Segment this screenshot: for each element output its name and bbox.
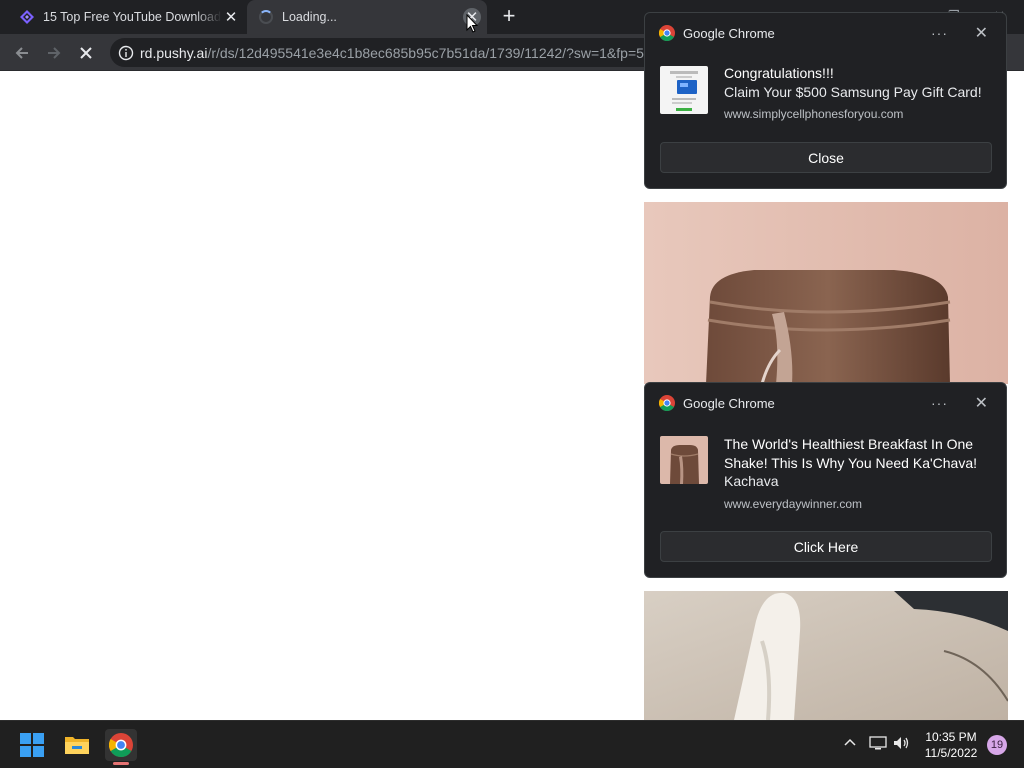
mouse-cursor-icon <box>466 14 478 33</box>
notification-body: Congratulations!!! Claim Your $500 Samsu… <box>724 64 990 124</box>
active-app-indicator <box>113 762 129 765</box>
chevron-up-icon[interactable] <box>843 735 857 752</box>
clock-date: 11/5/2022 <box>924 746 978 760</box>
forward-arrow-icon <box>48 47 61 59</box>
notification-message: Claim Your $500 Samsung Pay Gift Card! <box>724 83 982 100</box>
notification-kachava[interactable]: Google Chrome ··· ✕ The World's Healthie… <box>644 382 1007 578</box>
chrome-icon <box>659 395 675 411</box>
clock-time: 10:35 PM <box>925 730 977 744</box>
notification-hero-image <box>644 591 1008 720</box>
stop-loading-button[interactable] <box>74 41 98 65</box>
more-options-icon[interactable]: ··· <box>931 395 948 411</box>
notification-close-button[interactable]: Close <box>660 142 992 173</box>
close-icon[interactable]: ✕ <box>975 23 988 43</box>
site-info-icon[interactable] <box>118 45 134 61</box>
notification-header: Google Chrome <box>659 25 775 41</box>
file-explorer-button[interactable] <box>61 729 93 761</box>
forward-button[interactable] <box>42 41 66 65</box>
notification-body: The World's Healthiest Breakfast In One … <box>724 435 990 513</box>
network-icon[interactable] <box>869 735 887 754</box>
notification-site: www.simplycellphonesforyou.com <box>724 107 904 121</box>
new-tab-button[interactable]: + <box>498 5 520 28</box>
chrome-icon <box>109 733 133 757</box>
notification-site: www.everydaywinner.com <box>724 496 863 511</box>
stop-icon <box>80 47 92 59</box>
diamond-icon <box>20 10 34 24</box>
notification-title: The World's Healthiest Breakfast In One … <box>724 436 978 471</box>
notification-message: Kachava <box>724 473 779 489</box>
notification-gift-card[interactable]: Google Chrome ··· ✕ Congratulations!!! C… <box>644 12 1007 189</box>
notification-count-badge[interactable]: 19 <box>987 735 1007 755</box>
notification-header: Google Chrome <box>659 395 775 411</box>
tab-title: Loading... <box>282 10 337 24</box>
volume-icon[interactable] <box>893 735 911 754</box>
chrome-taskbar-button[interactable] <box>105 729 137 761</box>
shake-thumbnail <box>660 436 708 484</box>
back-arrow-icon <box>15 47 28 59</box>
tab-close-icon[interactable]: ✕ <box>222 8 240 26</box>
start-icon <box>20 733 44 757</box>
close-icon[interactable]: ✕ <box>975 393 988 413</box>
more-options-icon[interactable]: ··· <box>931 25 948 41</box>
chrome-icon <box>659 25 675 41</box>
file-explorer-icon <box>65 737 89 754</box>
notification-title: Congratulations!!! <box>724 65 834 81</box>
start-button[interactable] <box>16 729 48 761</box>
notification-app-name: Google Chrome <box>683 395 775 411</box>
system-clock[interactable]: 10:35 PM 11/5/2022 <box>918 729 984 761</box>
loading-spinner-icon <box>259 10 273 24</box>
tab-title: 15 Top Free YouTube Downloader <box>43 10 222 24</box>
back-button[interactable] <box>10 41 34 65</box>
url-path: /r/ds/12d495541e3e4c1b8ec685b95c7b51da/1… <box>207 44 644 61</box>
notification-app-name: Google Chrome <box>683 25 775 41</box>
taskbar: 10:35 PM 11/5/2022 19 <box>0 720 1024 768</box>
url-host: rd.pushy.ai <box>140 44 208 61</box>
tab-loading[interactable]: Loading... ✕ <box>247 0 487 34</box>
notification-click-here-button[interactable]: Click Here <box>660 531 992 562</box>
notification-hero-image <box>644 202 1008 384</box>
tab-youtube-downloader[interactable]: 15 Top Free YouTube Downloader ✕ <box>8 0 246 34</box>
gift-card-thumbnail <box>660 66 708 114</box>
